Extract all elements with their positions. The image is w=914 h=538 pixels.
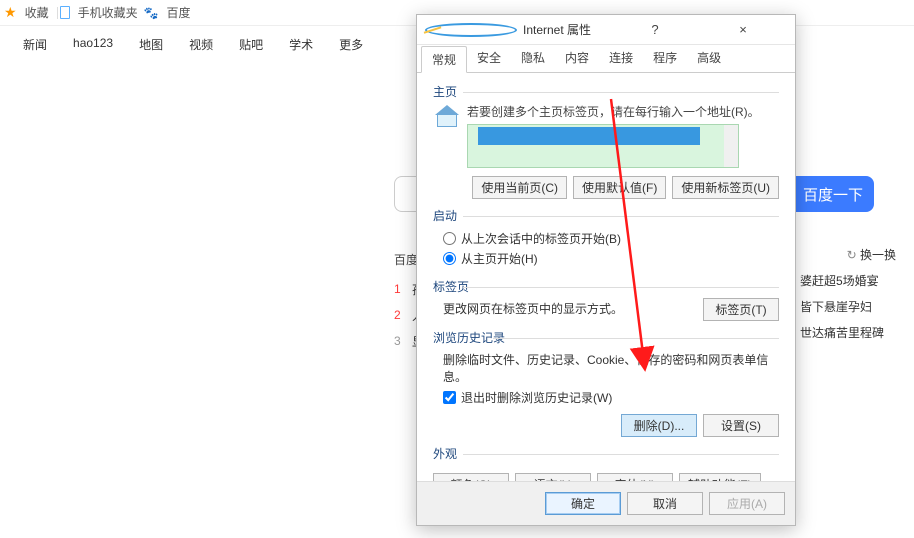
ok-button[interactable]: 确定 bbox=[545, 492, 621, 515]
hot-item[interactable]: 皆下悬崖孕妇 bbox=[800, 298, 884, 324]
history-group: 浏览历史记录 删除临时文件、历史记录、Cookie、保存的密码和网页表单信息。 … bbox=[433, 329, 779, 437]
search-button[interactable]: 百度一下 bbox=[792, 176, 874, 212]
delete-button[interactable]: 删除(D)... bbox=[621, 414, 697, 437]
separator bbox=[57, 7, 58, 19]
phone-icon bbox=[60, 6, 70, 19]
baidu-paw-icon: 🐾 bbox=[144, 6, 159, 20]
close-button[interactable]: × bbox=[699, 22, 787, 37]
tab-content[interactable]: 内容 bbox=[555, 45, 599, 72]
tab-advanced[interactable]: 高级 bbox=[687, 45, 731, 72]
help-button[interactable]: ? bbox=[611, 22, 699, 37]
tab-connect[interactable]: 连接 bbox=[599, 45, 643, 72]
appearance-legend: 外观 bbox=[433, 445, 779, 465]
startup-group: 启动 从上次会话中的标签页开始(B) 从主页开始(H) bbox=[433, 207, 779, 270]
mobile-fav-link[interactable]: 手机收藏夹 bbox=[78, 4, 138, 21]
startup-homepage[interactable]: 从主页开始(H) bbox=[443, 250, 779, 267]
use-default-button[interactable]: 使用默认值(F) bbox=[573, 176, 666, 199]
homepage-textarea[interactable] bbox=[467, 124, 739, 168]
settings-button[interactable]: 设置(S) bbox=[703, 414, 779, 437]
delete-on-exit-checkbox[interactable]: 退出时删除浏览历史记录(W) bbox=[443, 389, 779, 406]
tab-privacy[interactable]: 隐私 bbox=[511, 45, 555, 72]
tabs-legend: 标签页 bbox=[433, 278, 779, 298]
homepage-group: 主页 若要创建多个主页标签页，请在每行输入一个地址(R)。 使用当前页(C) 使… bbox=[433, 83, 779, 199]
use-current-button[interactable]: 使用当前页(C) bbox=[472, 176, 567, 199]
ie-icon bbox=[425, 23, 517, 37]
hot-item[interactable]: 婆赶超5场婚宴 bbox=[800, 272, 884, 298]
history-desc: 删除临时文件、历史记录、Cookie、保存的密码和网页表单信息。 bbox=[443, 351, 779, 385]
tab-programs[interactable]: 程序 bbox=[643, 45, 687, 72]
text-selection bbox=[478, 127, 700, 145]
history-legend: 浏览历史记录 bbox=[433, 329, 779, 349]
dialog-title: Internet 属性 bbox=[523, 21, 611, 38]
nav-tieba[interactable]: 贴吧 bbox=[239, 36, 263, 53]
cancel-button[interactable]: 取消 bbox=[627, 492, 703, 515]
refresh-link[interactable]: ↻ 换一换 bbox=[847, 246, 896, 263]
hot-right-column: 婆赶超5场婚宴 皆下悬崖孕妇 世达痛苦里程碑 bbox=[800, 272, 884, 350]
tab-security[interactable]: 安全 bbox=[467, 45, 511, 72]
titlebar[interactable]: Internet 属性 ? × bbox=[417, 15, 795, 45]
nav-xueshu[interactable]: 学术 bbox=[289, 36, 313, 53]
nav-video[interactable]: 视频 bbox=[189, 36, 213, 53]
tab-general[interactable]: 常规 bbox=[421, 46, 467, 73]
baidu-link[interactable]: 百度 bbox=[167, 4, 191, 21]
hot-item[interactable]: 世达痛苦里程碑 bbox=[800, 324, 884, 350]
homepage-desc: 若要创建多个主页标签页，请在每行输入一个地址(R)。 bbox=[467, 103, 760, 120]
scrollbar[interactable] bbox=[724, 125, 738, 168]
startup-last-session[interactable]: 从上次会话中的标签页开始(B) bbox=[443, 230, 779, 247]
star-icon: ★ bbox=[4, 4, 17, 21]
nav-more[interactable]: 更多 bbox=[339, 36, 363, 53]
dialog-footer: 确定 取消 应用(A) bbox=[417, 481, 795, 525]
nav-news[interactable]: 新闻 bbox=[23, 36, 47, 53]
homepage-legend: 主页 bbox=[433, 83, 779, 103]
hot-title: 百度 bbox=[394, 251, 418, 268]
home-icon bbox=[433, 103, 461, 129]
fav-link[interactable]: 收藏 bbox=[25, 4, 49, 21]
startup-legend: 启动 bbox=[433, 207, 779, 227]
internet-properties-dialog: Internet 属性 ? × 常规 安全 隐私 内容 连接 程序 高级 主页 … bbox=[416, 14, 796, 526]
nav-hao123[interactable]: hao123 bbox=[73, 36, 113, 53]
nav-map[interactable]: 地图 bbox=[139, 36, 163, 53]
tabs-desc: 更改网页在标签页中的显示方式。 bbox=[443, 300, 623, 317]
tab-strip: 常规 安全 隐私 内容 连接 程序 高级 bbox=[417, 45, 795, 73]
tabs-button[interactable]: 标签页(T) bbox=[703, 298, 779, 321]
apply-button[interactable]: 应用(A) bbox=[709, 492, 785, 515]
tabs-group: 标签页 更改网页在标签页中的显示方式。 标签页(T) bbox=[433, 278, 779, 321]
use-newtab-button[interactable]: 使用新标签页(U) bbox=[672, 176, 779, 199]
